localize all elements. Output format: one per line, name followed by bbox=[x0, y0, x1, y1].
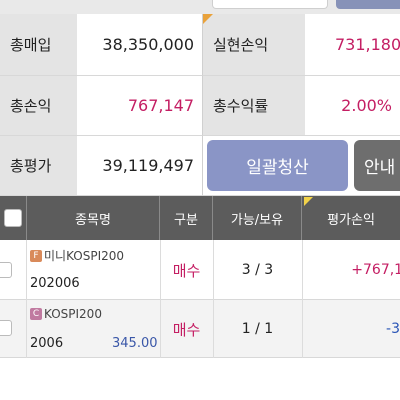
select-all-checkbox[interactable] bbox=[4, 209, 22, 227]
futures-badge-icon: F bbox=[30, 249, 42, 262]
column-divider bbox=[26, 240, 27, 358]
product-code: 202006 bbox=[30, 276, 80, 291]
product-name: 미니KOSPI200 bbox=[44, 249, 125, 263]
top-toolbar-button-blue[interactable] bbox=[336, 0, 400, 9]
call-option-badge-icon: C bbox=[30, 308, 42, 320]
realized-pl-value: 731,180 bbox=[305, 14, 400, 76]
guide-button[interactable]: 안내 bbox=[354, 140, 400, 191]
row-name-cell: F 미니KOSPI200 bbox=[30, 247, 124, 264]
sort-marker-icon bbox=[304, 197, 313, 206]
product-code: 2006 bbox=[30, 336, 64, 351]
avail-hold-qty: 1 / 1 bbox=[241, 321, 274, 337]
avail-hold-qty: 3 / 3 bbox=[241, 262, 274, 278]
order-type: 매수 bbox=[172, 261, 201, 280]
header-type: 구분 bbox=[160, 196, 213, 240]
column-divider bbox=[302, 240, 303, 358]
column-divider bbox=[213, 240, 214, 358]
total-pl-label: 총손익 bbox=[0, 76, 77, 136]
order-type: 매수 bbox=[172, 320, 201, 339]
row-checkbox[interactable] bbox=[0, 320, 12, 336]
header-avail-hold: 가능/보유 bbox=[213, 196, 302, 240]
total-return-value: 2.00% bbox=[305, 76, 400, 136]
total-pl-value: 767,147 bbox=[77, 76, 202, 136]
product-name: KOSPI200 bbox=[44, 307, 102, 321]
eval-pl-value: -3 bbox=[386, 321, 400, 337]
realized-pl-label: 실현손익 bbox=[202, 14, 305, 76]
total-buy-label: 총매입 bbox=[0, 14, 77, 76]
total-return-label: 총수익률 bbox=[202, 76, 305, 136]
eval-pl-value: +767,17 bbox=[351, 262, 400, 278]
liquidate-all-button[interactable]: 일괄청산 bbox=[207, 140, 348, 191]
corner-marker-icon bbox=[203, 14, 213, 24]
total-eval-label: 총평가 bbox=[0, 136, 77, 196]
column-divider bbox=[160, 240, 161, 358]
header-name: 종목명 bbox=[27, 196, 160, 240]
total-eval-value: 39,119,497 bbox=[77, 136, 202, 196]
header-select-all[interactable] bbox=[0, 196, 27, 240]
total-buy-value: 38,350,000 bbox=[77, 14, 202, 76]
row-name-cell: C KOSPI200 bbox=[30, 307, 102, 321]
header-eval-pl: 평가손익 bbox=[327, 212, 375, 228]
row-checkbox[interactable] bbox=[0, 262, 12, 278]
top-toolbar-button[interactable] bbox=[212, 0, 328, 9]
product-price: 345.00 bbox=[112, 336, 158, 351]
